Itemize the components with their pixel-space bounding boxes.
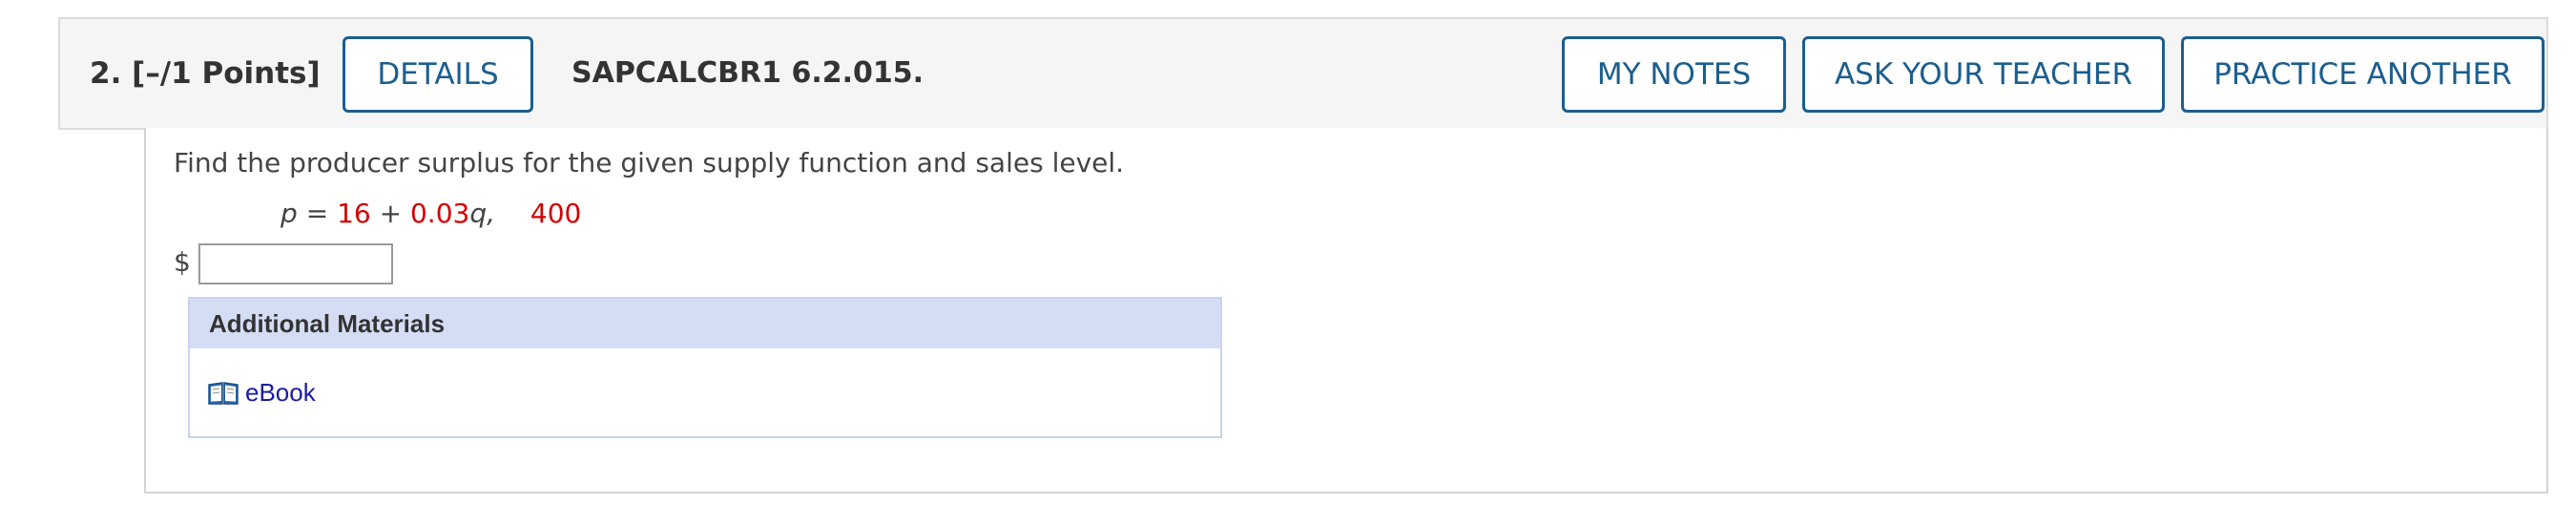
sales-level: 400: [530, 198, 582, 229]
practice-another-button[interactable]: PRACTICE ANOTHER: [2181, 36, 2545, 113]
additional-materials-panel: Additional Materials eBook: [188, 297, 1222, 438]
ask-your-teacher-button[interactable]: ASK YOUR TEACHER: [1802, 36, 2165, 113]
supply-formula: p = 16 + 0.03q, 400: [280, 198, 581, 229]
my-notes-button[interactable]: MY NOTES: [1562, 36, 1786, 113]
question-number: 2.: [90, 56, 122, 91]
ebook-link[interactable]: eBook: [207, 378, 316, 408]
formula-equals: =: [305, 198, 329, 229]
formula-constant: 16: [337, 198, 371, 229]
answer-input[interactable]: [198, 243, 393, 284]
question-number-points: 2. [–/1 Points]: [90, 56, 321, 91]
formula-var-p: p: [280, 198, 298, 229]
formula-plus: +: [379, 198, 403, 229]
formula-var-q: q,: [469, 198, 496, 229]
formula-coefficient: 0.03: [409, 198, 470, 229]
currency-symbol: $: [174, 246, 191, 278]
question-points: [–/1 Points]: [132, 56, 321, 91]
question-code: SAPCALCBR1 6.2.015.: [571, 56, 924, 90]
question-body: Find the producer surplus for the given …: [144, 128, 2548, 494]
additional-materials-title: Additional Materials: [190, 299, 1220, 348]
question-header: 2. [–/1 Points] DETAILS SAPCALCBR1 6.2.0…: [58, 17, 2548, 130]
details-button[interactable]: DETAILS: [343, 36, 533, 113]
ebook-label: eBook: [245, 378, 316, 407]
book-icon: [207, 380, 239, 407]
question-prompt: Find the producer surplus for the given …: [174, 147, 1125, 179]
